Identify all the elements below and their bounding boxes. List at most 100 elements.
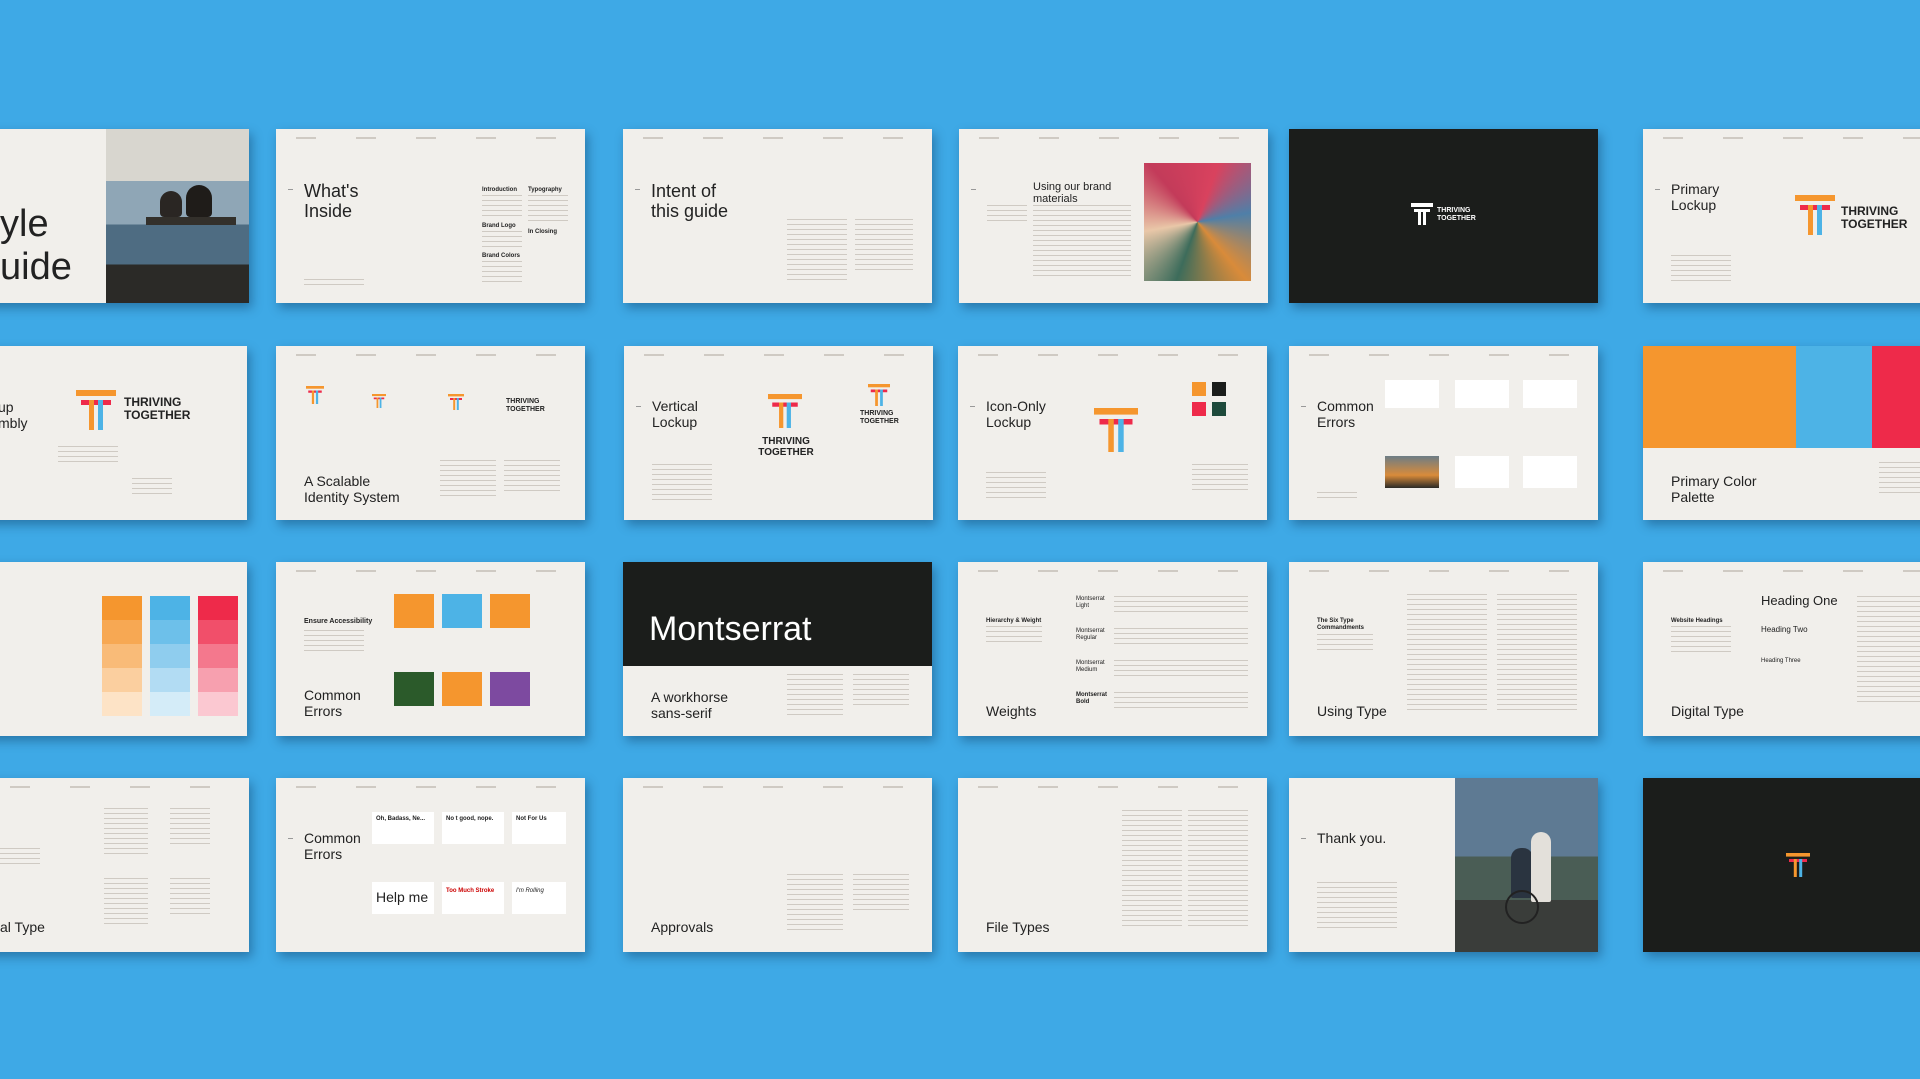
weight-label: Montserrat Bold [1076, 692, 1108, 705]
swatch-red [1872, 346, 1920, 448]
brand-wordmark: THRIVING TOGETHER [860, 410, 899, 425]
error-example [1523, 380, 1577, 408]
error-example [394, 594, 434, 628]
slide-scalable[interactable]: THRIVING TOGETHER A Scalable Identity Sys… [276, 346, 585, 520]
slide-title: Digital Type [1671, 703, 1744, 719]
slide-assembly[interactable]: up mbly THRIVING TOGETHER [0, 346, 247, 520]
weight-label: Montserrat Light [1076, 596, 1105, 609]
error-example [490, 594, 530, 628]
slide-common-errors-logo[interactable]: Common Errors [1289, 346, 1598, 520]
heading-sample: Heading Three [1761, 658, 1801, 664]
slide-style-guide[interactable]: yle uide [0, 129, 249, 303]
slide-title: Approvals [651, 919, 714, 935]
slide-title: File Types [986, 919, 1050, 935]
error-example [1455, 380, 1509, 408]
brand-wordmark: THRIVING TOGETHER [1437, 207, 1476, 222]
t-mark-icon [1795, 195, 1835, 235]
error-example: Oh, Badass, Ne... [372, 812, 434, 844]
slide-title: Vertical Lockup [652, 398, 698, 430]
brand-wordmark: THRIVING TOGETHER [1841, 204, 1908, 232]
toc-heading: In Closing [528, 229, 557, 235]
t-mark-icon [306, 386, 324, 404]
slide-primary-lockup[interactable]: Primary Lockup THRIVING TOGETHER [1643, 129, 1920, 303]
slide-title: al Type [0, 919, 45, 935]
slide-whats-inside[interactable]: What's Inside Introduction Typography Br… [276, 129, 585, 303]
slide-primary-palette[interactable]: Primary Color Palette [1643, 346, 1920, 520]
error-example: No t good, nope. [442, 812, 504, 844]
swatch-blue [1796, 346, 1872, 448]
photo-placeholder [1455, 778, 1598, 952]
photo-placeholder [1144, 163, 1251, 281]
photo-placeholder [1385, 456, 1439, 488]
slide-title: Thank you. [1317, 830, 1387, 846]
tint-column-orange [102, 596, 142, 716]
swatch-orange [1643, 346, 1796, 448]
slide-title: Common Errors [304, 687, 361, 719]
slide-title: up mbly [0, 399, 28, 431]
error-example: Not For Us [512, 812, 566, 844]
t-mark-icon [448, 394, 464, 410]
slide-subtitle: Ensure Accessibility [304, 618, 373, 625]
slide-montserrat[interactable]: Montserrat A workhorse sans-serif [623, 562, 932, 736]
slide-title: Primary Lockup [1671, 181, 1720, 213]
slide-common-errors-type[interactable]: Common Errors Oh, Badass, Ne... No t goo… [276, 778, 585, 952]
slide-using-type[interactable]: The Six Type Commandments Using Type [1289, 562, 1598, 736]
icon-tile-orange [1192, 382, 1206, 396]
icon-tile-green [1212, 402, 1226, 416]
slide-accessibility[interactable]: Ensure Accessibility Common Errors [276, 562, 585, 736]
brand-wordmark: THRIVING TOGETHER [758, 436, 814, 459]
error-example [1523, 456, 1577, 488]
toc-heading: Brand Logo [482, 223, 516, 229]
slide-file-types[interactable]: File Types [958, 778, 1267, 952]
slide-weights[interactable]: Hierarchy & Weight Montserrat Light Mont… [958, 562, 1267, 736]
error-example [442, 672, 482, 706]
slide-title: Using Type [1317, 703, 1387, 719]
slide-title: Primary Color Palette [1671, 473, 1757, 505]
error-example [1385, 380, 1439, 408]
slide-title: Intent of this guide [651, 181, 729, 222]
weight-label: Montserrat Regular [1076, 628, 1105, 641]
slide-intent[interactable]: Intent of this guide [623, 129, 932, 303]
slide-approvals[interactable]: Approvals [623, 778, 932, 952]
heading-sample: Heading One [1761, 593, 1838, 608]
toc-heading: Typography [528, 187, 562, 193]
slide-subtitle: Hierarchy & Weight [986, 618, 1042, 624]
t-mark-icon [76, 390, 116, 430]
heading-sample: Heading Two [1761, 625, 1808, 634]
font-name: Montserrat [649, 610, 812, 648]
slide-title: A Scalable Identity System [304, 473, 400, 505]
slide-logo-dark[interactable]: THRIVING TOGETHER [1289, 129, 1598, 303]
error-example: I'm Rolling [512, 882, 566, 914]
slide-thank-you[interactable]: Thank you. [1289, 778, 1598, 952]
slide-palette-tints[interactable] [0, 562, 247, 736]
weight-label: Montserrat Medium [1076, 660, 1105, 673]
slide-subtitle: The Six Type Commandments [1317, 618, 1365, 631]
brand-wordmark: THRIVING TOGETHER [506, 398, 545, 413]
slide-print-type[interactable]: al Type [0, 778, 249, 952]
error-example: Help me [372, 882, 434, 914]
t-mark-icon [1094, 408, 1138, 452]
slide-digital-type[interactable]: Website Headings Heading One Heading Two… [1643, 562, 1920, 736]
slide-title: A workhorse sans-serif [651, 689, 729, 721]
t-mark-icon [372, 394, 386, 408]
slide-using-materials[interactable]: Using our brand materials [959, 129, 1268, 303]
slide-end-dark[interactable] [1643, 778, 1920, 952]
tint-column-red [198, 596, 238, 716]
error-example [1455, 456, 1509, 488]
slide-vertical-lockup[interactable]: Vertical Lockup THRIVING TOGETHER THRIVIN… [624, 346, 933, 520]
t-mark-icon [1411, 203, 1433, 225]
slide-title: Common Errors [304, 830, 361, 862]
error-example [394, 672, 434, 706]
slide-title: yle uide [0, 203, 72, 288]
icon-tile-dark [1212, 382, 1226, 396]
error-example [442, 594, 482, 628]
photo-placeholder [106, 129, 249, 303]
slide-title: Weights [986, 703, 1037, 719]
icon-tile-red [1192, 402, 1206, 416]
error-example [490, 672, 530, 706]
slide-icon-only[interactable]: Icon-Only Lockup [958, 346, 1267, 520]
brand-wordmark: THRIVING TOGETHER [124, 395, 191, 423]
slide-title: Using our brand materials [1033, 181, 1112, 206]
toc-heading: Introduction [482, 187, 517, 193]
t-mark-icon [768, 394, 802, 428]
